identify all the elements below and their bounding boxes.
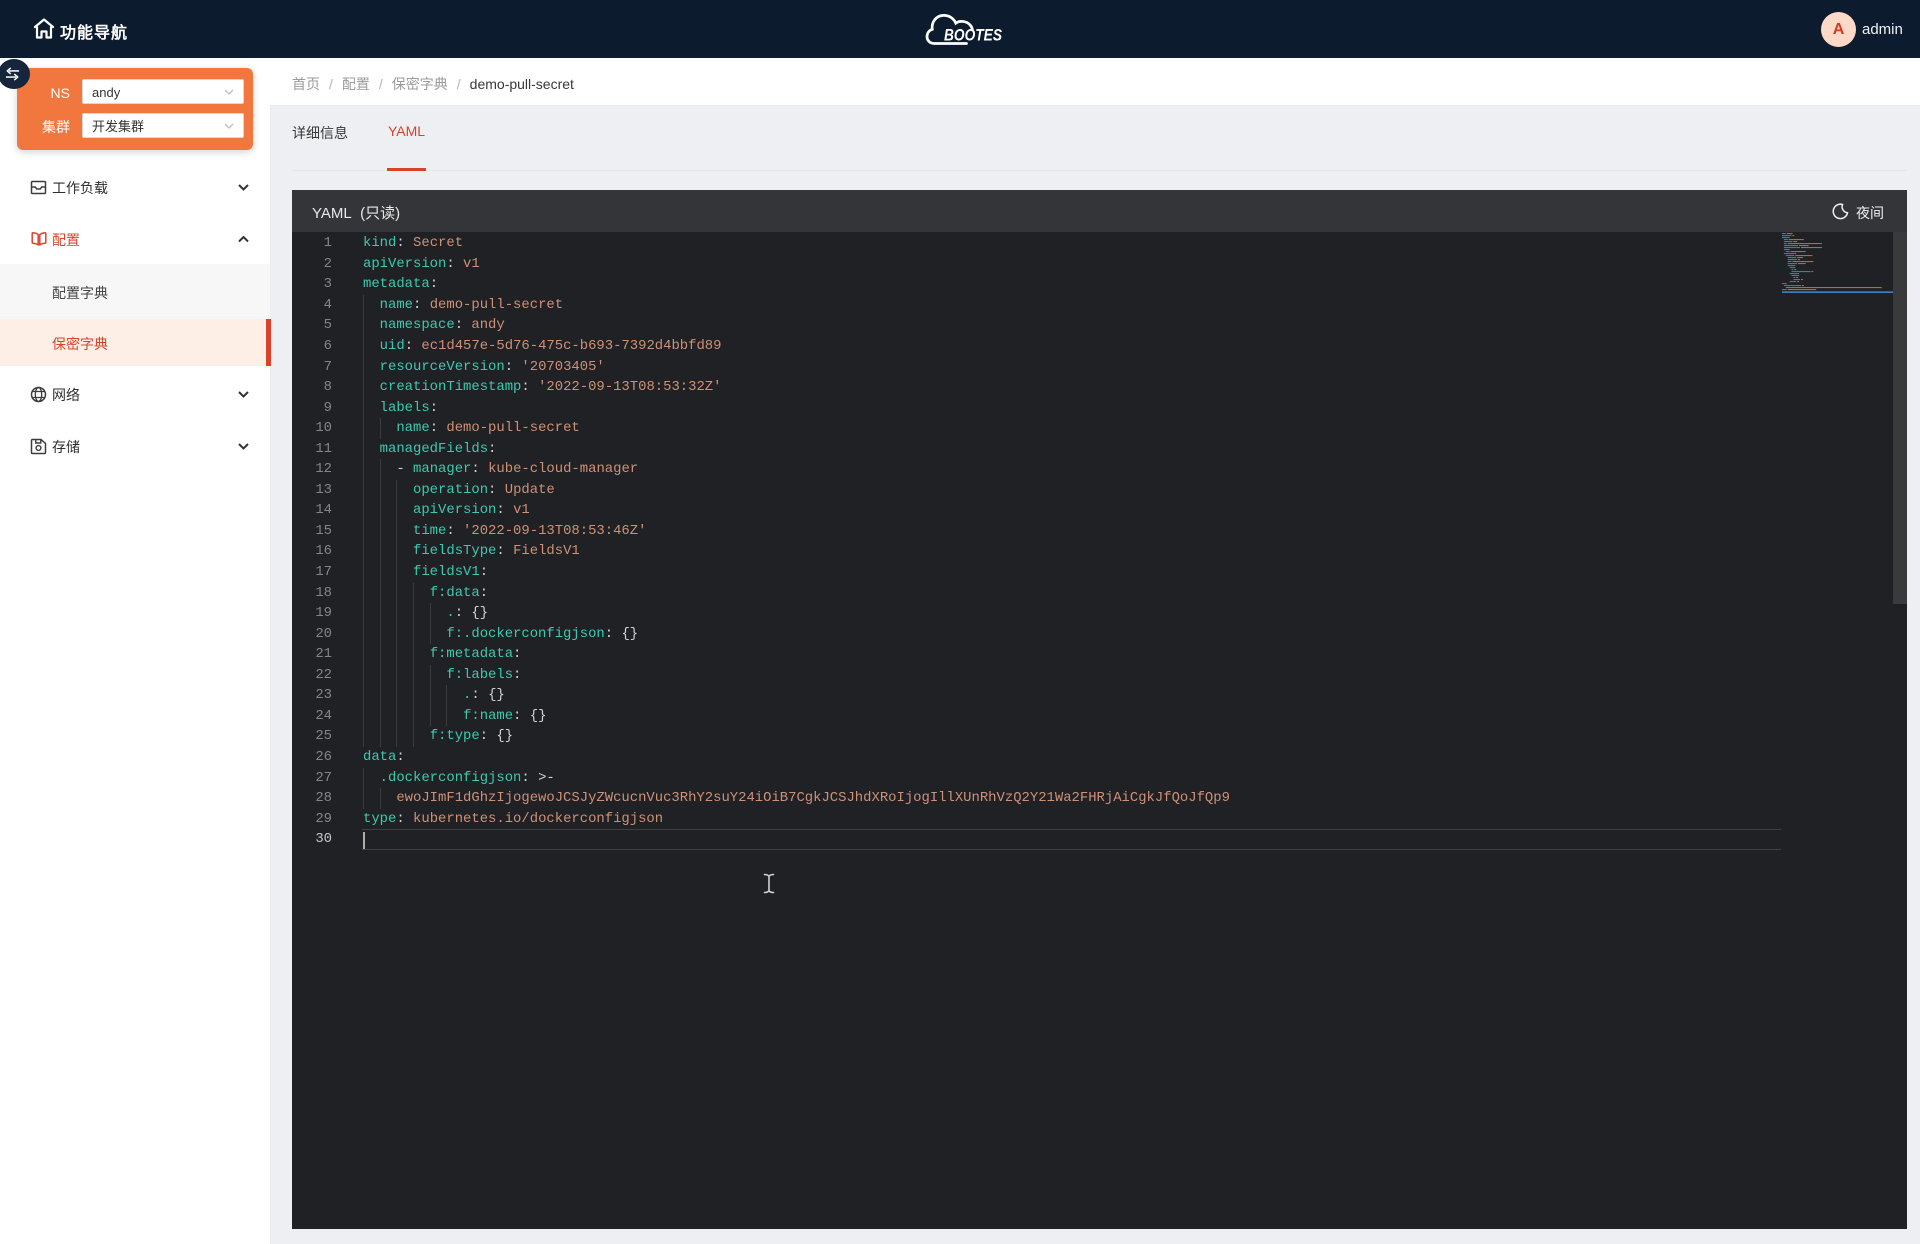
svg-text:BOOTES: BOOTES <box>944 26 1003 45</box>
